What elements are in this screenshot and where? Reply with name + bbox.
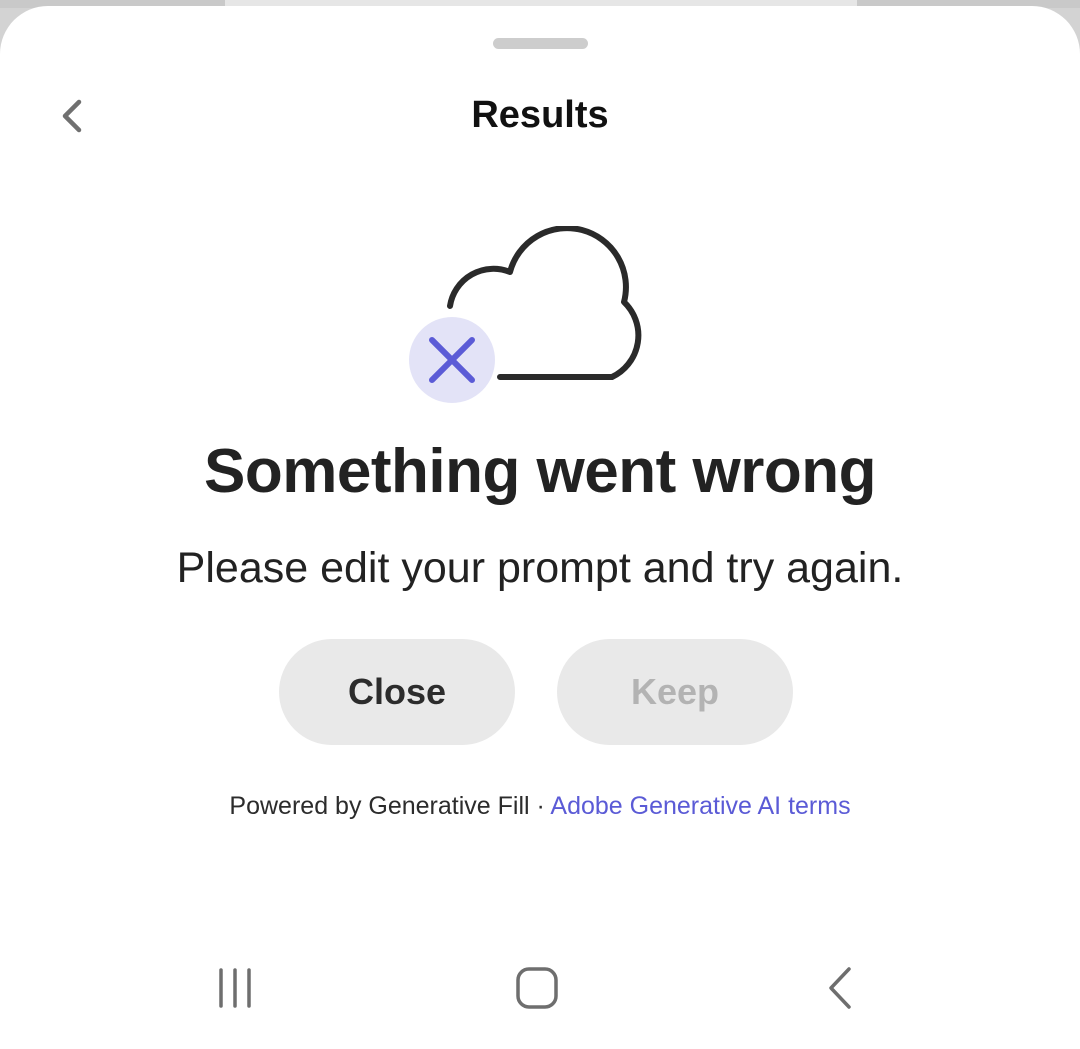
page-title: Results <box>471 94 609 136</box>
drag-handle[interactable] <box>493 38 588 49</box>
nav-recents-button[interactable] <box>195 958 275 1018</box>
back-icon <box>829 967 851 1009</box>
nav-back-button[interactable] <box>800 958 880 1018</box>
ai-terms-link[interactable]: Adobe Generative AI terms <box>550 792 850 820</box>
system-nav-bar <box>0 940 1080 1030</box>
error-message: Please edit your prompt and try again. <box>176 544 904 592</box>
close-button[interactable]: Close <box>279 639 515 745</box>
error-heading: Something went wrong <box>204 437 876 506</box>
home-icon <box>516 967 558 1009</box>
keep-button[interactable]: Keep <box>557 639 793 745</box>
cloud-error-icon <box>409 226 642 403</box>
footer-separator: · <box>529 792 551 820</box>
powered-by-text: Powered by Generative Fill <box>229 792 530 820</box>
footer-attribution: Powered by Generative Fill · Adobe Gener… <box>0 792 1080 821</box>
results-sheet: Results Something went wrong Please edit… <box>0 6 1080 1049</box>
nav-home-button[interactable] <box>497 958 577 1018</box>
recents-icon <box>219 968 251 1008</box>
